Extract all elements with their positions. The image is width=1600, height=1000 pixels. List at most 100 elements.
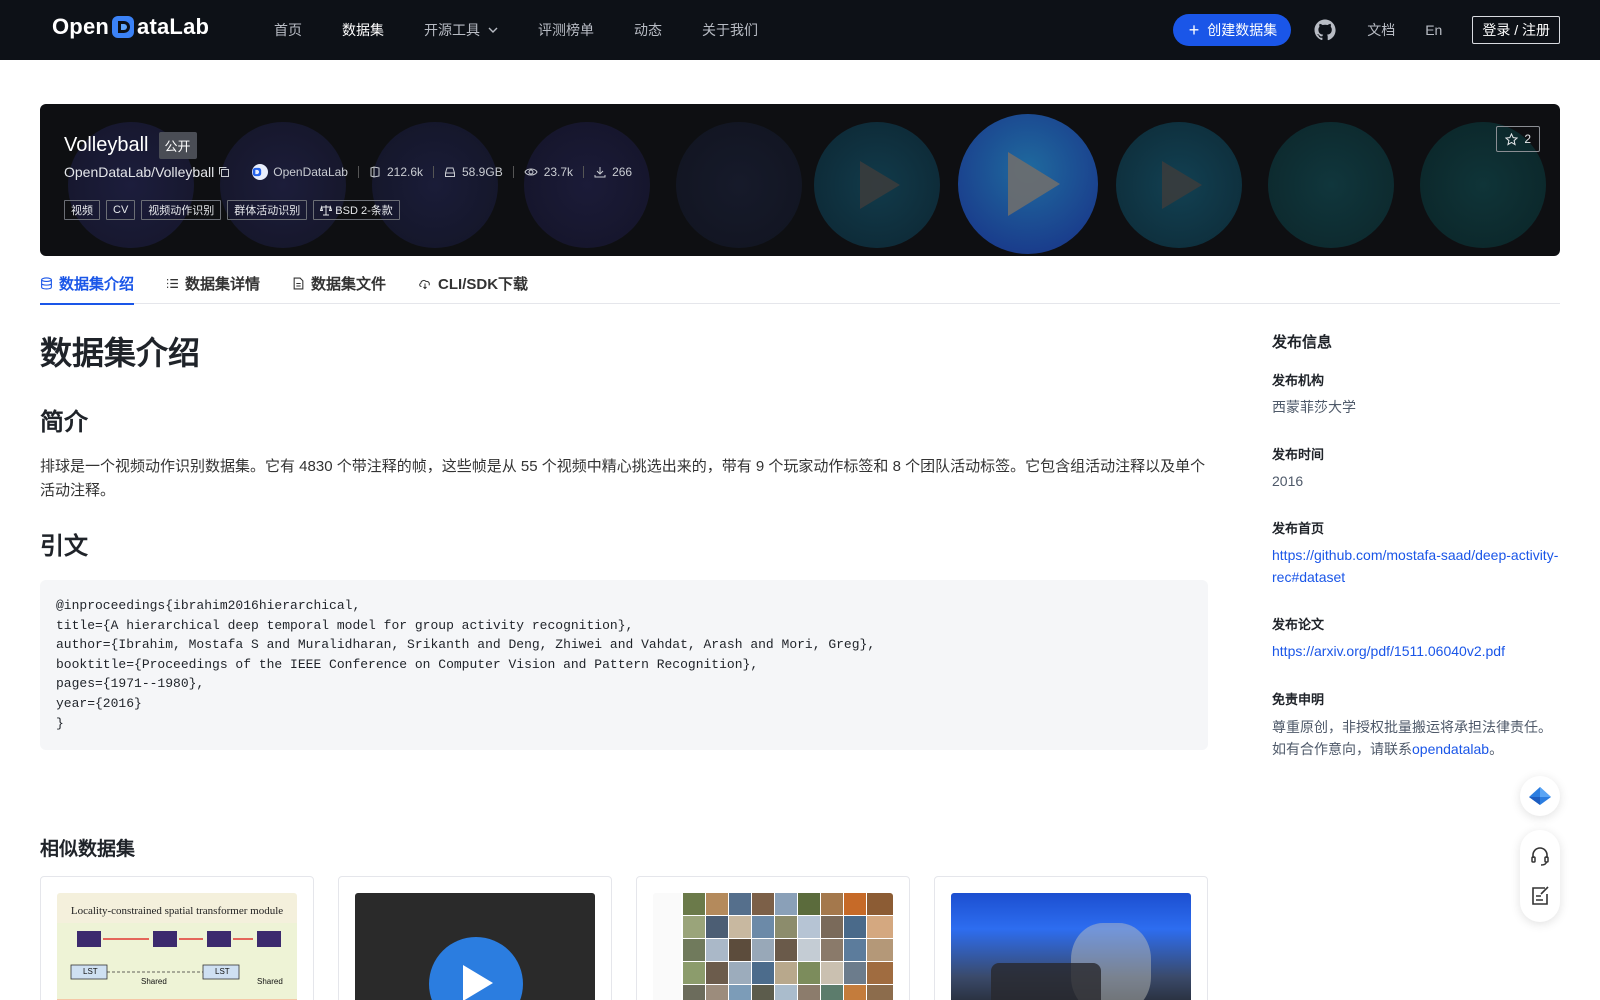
dataset-path: OpenDataLab/Volleyball	[64, 164, 215, 180]
tab-files-label: 数据集文件	[311, 275, 387, 293]
card1-box-label-a: LST	[83, 967, 98, 976]
page-heading: 数据集介绍	[40, 335, 201, 371]
meta-divider	[433, 166, 434, 178]
tag-cv[interactable]: CV	[106, 200, 136, 220]
release-time-value: 2016	[1272, 473, 1304, 489]
dataset-tabs: 数据集介绍 数据集详情 数据集文件 CLI/SDK下载	[40, 262, 1560, 305]
cloud-download-icon	[419, 279, 430, 289]
floating-tools	[1520, 830, 1560, 922]
play-circle-icon	[429, 937, 523, 1000]
banner-bubble	[1116, 122, 1242, 248]
file-count: 212.6k	[386, 165, 423, 179]
license-tag[interactable]: BSD 2-条款	[313, 200, 400, 220]
card-thumbnail	[653, 893, 893, 1000]
tab-cli-sdk-label: CLI/SDK下载	[438, 275, 529, 293]
top-navbar: Open ataLab 首页 数据集 开源工具 评测榜单 动态 关于我们 + 创…	[0, 0, 1600, 60]
play-icon	[1162, 161, 1202, 209]
nav-language[interactable]: En	[1425, 22, 1442, 38]
card-thumbnail	[355, 893, 595, 1000]
meta-divider	[357, 166, 359, 178]
similar-dataset-card[interactable]	[636, 876, 910, 1000]
dataset-meta-row: OpenDataLab/Volleyball OpenDataLab 212.6…	[64, 164, 632, 180]
homepage-label: 发布首页	[1272, 521, 1325, 536]
eye-icon	[524, 168, 538, 176]
disk-icon	[445, 167, 455, 177]
play-icon	[1008, 152, 1060, 216]
nav-right-group: + 创建数据集 文档 En 登录 / 注册	[1172, 0, 1560, 60]
banner-bubble	[1268, 122, 1394, 248]
nav-home[interactable]: 首页	[274, 20, 302, 40]
citation-code: @inproceedings{ibrahim2016hierarchical, …	[56, 598, 876, 731]
similar-dataset-card[interactable]	[934, 876, 1208, 1000]
nav-open-tools-label: 开源工具	[424, 22, 480, 38]
dataset-size: 58.9GB	[462, 165, 503, 179]
feedback-edit-icon[interactable]	[1529, 885, 1551, 907]
github-icon[interactable]	[1313, 18, 1337, 42]
star-button[interactable]: 2	[1496, 126, 1540, 152]
nav-news[interactable]: 动态	[634, 20, 662, 40]
views-item: 23.7k	[524, 165, 573, 179]
size-item: 58.9GB	[444, 165, 503, 179]
opendatalab-logo[interactable]: Open ataLab	[52, 14, 209, 40]
play-icon	[860, 161, 900, 209]
similar-dataset-card[interactable]	[338, 876, 612, 1000]
publisher-label: 发布机构	[1272, 373, 1325, 388]
org-item[interactable]: OpenDataLab	[252, 164, 348, 180]
download-icon	[594, 167, 606, 178]
main-nav: 首页 数据集 开源工具 评测榜单 动态 关于我们	[274, 0, 798, 60]
license-label: BSD 2-条款	[335, 205, 393, 217]
meta-divider	[583, 166, 585, 178]
card-thumbnail: Locality-constrained spatial transformer…	[57, 893, 297, 1000]
headset-icon[interactable]	[1529, 845, 1551, 867]
disclaimer-line2: 如有合作意向，请联系opendatalab。	[1272, 738, 1503, 760]
dataset-name: Volleyball	[64, 134, 149, 156]
create-dataset-label: 创建数据集	[1207, 22, 1278, 38]
brand-icon	[1529, 787, 1551, 805]
card1-shared-label-a: Shared	[141, 977, 167, 986]
nav-about[interactable]: 关于我们	[702, 20, 758, 40]
banner-bubble	[220, 122, 346, 248]
release-info-title: 发布信息	[1272, 334, 1333, 351]
banner-bubble	[524, 122, 650, 248]
download-count: 266	[612, 165, 633, 179]
tab-files[interactable]: 数据集文件	[292, 262, 386, 304]
org-name: OpenDataLab	[273, 165, 348, 179]
visibility-badge: 公开	[158, 132, 197, 159]
banner-bubble	[676, 122, 802, 248]
copy-icon[interactable]	[218, 166, 230, 178]
create-dataset-button[interactable]: + 创建数据集	[1172, 14, 1292, 46]
similar-dataset-card[interactable]: Locality-constrained spatial transformer…	[40, 876, 314, 1000]
tab-intro-label: 数据集介绍	[59, 275, 135, 293]
file-count-icon	[370, 166, 380, 178]
tab-details[interactable]: 数据集详情	[166, 262, 260, 304]
nav-leaderboard[interactable]: 评测榜单	[538, 20, 594, 40]
homepage-link[interactable]: https://github.com/mostafa-saad/deep-act…	[1272, 544, 1562, 588]
nav-open-tools[interactable]: 开源工具	[424, 20, 498, 40]
tab-cli-sdk[interactable]: CLI/SDK下载	[418, 262, 528, 304]
tag-video[interactable]: 视频	[64, 200, 100, 220]
meta-divider	[512, 166, 514, 178]
tab-details-label: 数据集详情	[185, 275, 261, 293]
disclaimer-suffix: 。	[1489, 741, 1504, 757]
nav-datasets[interactable]: 数据集	[342, 20, 384, 40]
tag-group-activity[interactable]: 群体活动识别	[227, 200, 308, 220]
disclaimer-label: 免责申明	[1272, 692, 1325, 707]
card1-box-label-b: LST	[215, 967, 230, 976]
contact-link[interactable]: opendatalab	[1412, 741, 1489, 757]
star-count: 2	[1524, 132, 1531, 146]
photo-blur-shape	[991, 963, 1101, 1000]
floating-logo-button[interactable]	[1520, 776, 1560, 816]
list-icon	[167, 278, 178, 288]
intro-paragraph: 排球是一个视频动作识别数据集。它有 4830 个带注释的帧，这些帧是从 55 个…	[40, 458, 1206, 499]
nav-docs[interactable]: 文档	[1367, 20, 1395, 40]
logo-d-icon	[110, 14, 136, 40]
paper-link[interactable]: https://arxiv.org/pdf/1511.06040v2.pdf	[1272, 640, 1505, 662]
citation-heading: 引文	[40, 533, 88, 560]
intro-heading: 简介	[40, 409, 88, 436]
dataset-title-row: Volleyball 公开	[64, 132, 197, 159]
banner-bubble	[814, 122, 940, 248]
login-register-button[interactable]: 登录 / 注册	[1472, 16, 1560, 44]
card1-shared-label-b: Shared	[257, 977, 283, 986]
tab-intro[interactable]: 数据集介绍	[40, 262, 135, 305]
tag-action-recognition[interactable]: 视频动作识别	[141, 200, 222, 220]
